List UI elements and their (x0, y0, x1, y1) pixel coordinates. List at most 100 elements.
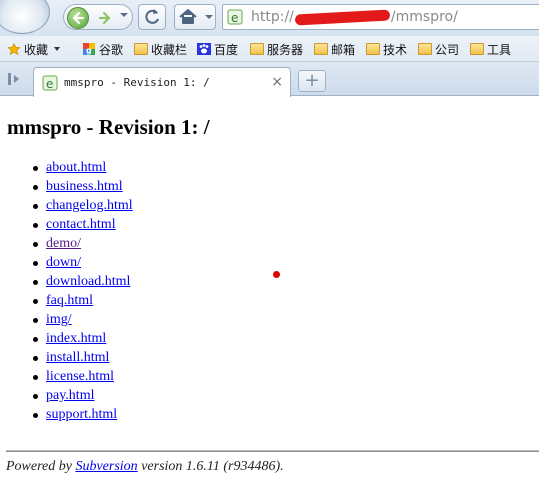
history-dropdown-icon[interactable] (120, 13, 128, 17)
svg-text:e: e (231, 11, 238, 25)
star-icon (7, 43, 21, 55)
folder-icon (134, 43, 148, 55)
bookmark-folder-company[interactable]: 公司 (418, 40, 459, 58)
bullet-icon (33, 204, 38, 209)
list-item: faq.html (28, 291, 133, 310)
file-link[interactable]: index.html (46, 331, 106, 346)
svg-text:g: g (86, 46, 92, 55)
list-item: download.html (28, 272, 133, 291)
address-path: /mmspro/ (390, 9, 458, 25)
browser-menu-button[interactable] (0, 0, 50, 34)
bullet-icon (33, 261, 38, 266)
bookmark-folder-favorites-bar[interactable]: 收藏栏 (134, 40, 187, 58)
address-bar[interactable]: e http:// /mmspro/ (222, 4, 539, 30)
bookmark-label: 邮箱 (331, 42, 356, 57)
navigation-buttons (63, 4, 133, 30)
footer-version: version 1.6.11 (r934486). (137, 459, 284, 474)
tab-bar: e mmspro - Revision 1: / × + (0, 62, 539, 97)
bookmark-folder-servers[interactable]: 服务器 (250, 40, 303, 58)
bullet-icon (33, 185, 38, 190)
bullet-icon (33, 375, 38, 380)
folder-icon (366, 43, 380, 55)
bookmark-label: 工具 (487, 42, 512, 57)
file-link[interactable]: about.html (46, 160, 106, 175)
browser-toolbar: e http:// /mmspro/ (0, 0, 539, 36)
ie-page-icon: e (227, 9, 243, 25)
list-item: changelog.html (28, 196, 133, 215)
bullet-icon (33, 413, 38, 418)
list-item: business.html (28, 177, 133, 196)
bullet-icon (33, 318, 38, 323)
folder-icon (470, 43, 484, 55)
bullet-icon (33, 280, 38, 285)
bullet-icon (33, 223, 38, 228)
bullet-icon (33, 166, 38, 171)
page-title: mmspro - Revision 1: / (7, 115, 210, 139)
sidebar-toggle-icon (8, 73, 19, 85)
bookmark-folder-mail[interactable]: 邮箱 (314, 40, 355, 58)
bookmark-baidu[interactable]: 百度 (197, 40, 238, 58)
file-link[interactable]: faq.html (46, 293, 93, 308)
new-tab-button[interactable]: + (298, 70, 326, 92)
file-link[interactable]: changelog.html (46, 198, 133, 213)
list-item: img/ (28, 310, 133, 329)
redacted-host (294, 9, 391, 25)
file-link[interactable]: support.html (46, 407, 117, 422)
back-button[interactable] (67, 7, 89, 29)
list-item: support.html (28, 405, 133, 424)
forward-arrow-icon (98, 11, 111, 25)
file-link[interactable]: business.html (46, 179, 123, 194)
bookmark-label: 公司 (435, 42, 460, 57)
directory-listing: about.html business.html changelog.html con… (28, 158, 133, 424)
home-dropdown-icon[interactable] (205, 15, 213, 19)
bookmark-label: 收藏 (24, 42, 49, 57)
file-link[interactable]: pay.html (46, 388, 94, 403)
file-link[interactable]: install.html (46, 350, 109, 365)
bookmark-label: 收藏栏 (151, 42, 188, 57)
svg-text:e: e (46, 77, 53, 91)
red-marker-dot (273, 271, 280, 278)
back-arrow-icon (72, 11, 85, 25)
bookmark-folder-tools[interactable]: 工具 (470, 40, 511, 58)
list-item: index.html (28, 329, 133, 348)
baidu-paw-icon (197, 43, 211, 55)
bookmark-folder-tech[interactable]: 技术 (366, 40, 407, 58)
tab-title: mmspro - Revision 1: / (64, 76, 210, 89)
file-link[interactable]: img/ (46, 312, 72, 327)
list-item: about.html (28, 158, 133, 177)
sidebar-toggle-button[interactable] (4, 70, 26, 88)
list-item: license.html (28, 367, 133, 386)
refresh-icon (145, 9, 159, 24)
subversion-link[interactable]: Subversion (75, 459, 137, 474)
tab-active[interactable]: e mmspro - Revision 1: / × (33, 67, 291, 97)
home-icon (179, 9, 197, 24)
bullet-icon (33, 356, 38, 361)
bullet-icon (33, 242, 38, 247)
footer: Powered by Subversion version 1.6.11 (r9… (6, 459, 284, 475)
bookmark-label: 技术 (383, 42, 408, 57)
ie-page-icon: e (42, 75, 58, 91)
folder-icon (418, 43, 432, 55)
home-button[interactable] (174, 4, 216, 30)
list-item: demo/ (28, 234, 133, 253)
bullet-icon (33, 337, 38, 342)
page-content: mmspro - Revision 1: / about.html busines… (0, 97, 539, 481)
address-scheme: http:// (251, 9, 294, 25)
favorites-dropdown-icon[interactable] (54, 47, 61, 51)
list-item: pay.html (28, 386, 133, 405)
bookmark-label: 服务器 (267, 42, 304, 57)
google-icon: g (83, 43, 95, 55)
footer-divider (6, 450, 539, 452)
file-link[interactable]: down/ (46, 255, 81, 270)
file-link[interactable]: download.html (46, 274, 130, 289)
file-link[interactable]: demo/ (46, 236, 81, 251)
footer-prefix: Powered by (6, 459, 76, 474)
bookmark-favorites[interactable]: 收藏 (7, 40, 61, 58)
forward-button[interactable] (94, 7, 116, 29)
close-tab-icon[interactable]: × (271, 75, 283, 89)
file-link[interactable]: license.html (46, 369, 114, 384)
refresh-button[interactable] (138, 4, 166, 30)
bullet-icon (33, 394, 38, 399)
file-link[interactable]: contact.html (46, 217, 116, 232)
bookmark-google[interactable]: g 谷歌 (82, 40, 123, 58)
